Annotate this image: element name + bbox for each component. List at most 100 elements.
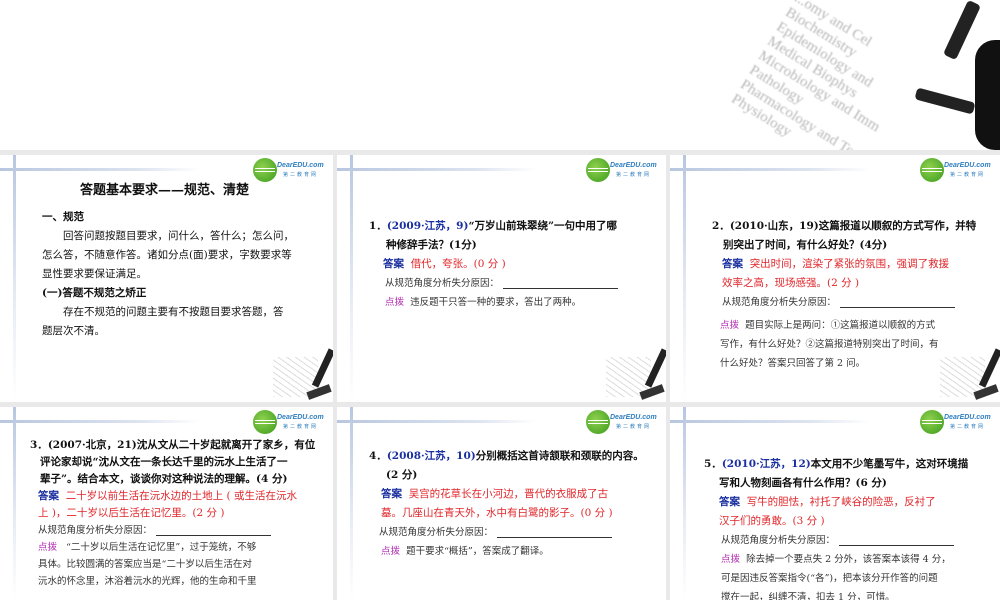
decoration: 3．(2007·北京，21)沈从文从二十岁起就离开了家乡，有位 评论家却说“沈从…	[30, 437, 330, 590]
decoration	[922, 420, 942, 424]
microscope-icon	[273, 342, 333, 402]
answer-blank	[503, 279, 619, 289]
decoration	[350, 155, 353, 402]
decoration	[13, 407, 16, 600]
slide-text: 第二教育网	[616, 172, 652, 178]
microscope-icon	[940, 342, 1000, 402]
decoration	[337, 168, 537, 171]
slide-text: 点拨	[720, 320, 740, 331]
decoration	[683, 155, 686, 402]
slide-text: 写牛的胆怯，衬托了峡谷的险恶，反衬了	[746, 496, 936, 508]
slide-text: 从规范角度分析失分原因：	[721, 535, 836, 546]
decoration	[350, 407, 353, 600]
decoration: 答案 吴宫的花草长在小河边，晋代的衣服成了古	[369, 485, 664, 504]
slide-thumbnail-1[interactable]: DearEDU.com 第二教育网 答题基本要求——规范、清楚 一、规范 回答问题…	[0, 155, 333, 402]
slide-text: 评论家却说“沈从文在一条长达千里的沅水上生活了一	[40, 456, 288, 468]
decoration	[922, 168, 942, 172]
slide-text: 汉子们的勇敢。(3 分 )	[719, 515, 825, 527]
slide-text: 第二教育网	[283, 424, 319, 430]
slide-text: 分别概括这首诗颔联和颈联的内容。	[475, 450, 644, 462]
slide-text: 点拨	[721, 554, 741, 565]
slide-text: 答案	[38, 490, 59, 502]
decoration: 从规范角度分析失分原因：	[712, 293, 997, 312]
slide-text: 一、规范	[42, 211, 84, 223]
decoration: 从规范角度分析失分原因：	[704, 531, 999, 550]
slide-text: DearEDU.com	[277, 162, 324, 169]
slide-text: 这篇报道以顺叙的方式写作，并特	[818, 220, 977, 232]
slide-text: 2．	[712, 220, 730, 232]
decoration: 点拨 “二十岁以后生活在记忆里”，过于笼统，不够	[30, 539, 330, 556]
decoration: 答案 写牛的胆怯，衬托了峡谷的险恶，反衬了	[704, 493, 999, 512]
slide-text: 沅水的怀念里，沐浴着沅水的光辉，他的生命和千里	[38, 576, 257, 587]
slide-text: DearEDU.com	[610, 162, 657, 169]
slide-text: 从规范角度分析失分原因：	[385, 278, 500, 289]
dearedu-logo: DearEDU.com 第二教育网	[253, 410, 324, 434]
decoration	[670, 168, 870, 171]
dearedu-logo: DearEDU.com 第二教育网	[920, 158, 991, 182]
decoration: 1．(2009·江苏，9)“万岁山前珠翠绕”一句中用了哪	[369, 217, 659, 236]
slide-text: “万岁山前珠翠绕”一句中用了哪	[468, 220, 618, 232]
slide-thumbnail-5[interactable]: DearEDU.com 第二教育网 4．(2008·江苏，10)分别概括这首诗颔联…	[337, 407, 666, 600]
dearedu-logo: DearEDU.com 第二教育网	[586, 158, 657, 182]
decoration	[975, 40, 1000, 150]
slide-text: 本文用不少笔墨写牛，这对环境描	[810, 458, 969, 470]
slide-thumbnail-4[interactable]: DearEDU.com 第二教育网 3．(2007·北京，21)沈从文从二十岁起就…	[0, 407, 333, 600]
decoration: 2．(2010·山东，19)这篇报道以顺叙的方式写作，并特	[712, 217, 997, 236]
slide-text: 吴宫的花草长在小河边，晋代的衣服成了古	[408, 488, 609, 500]
microscope-icon	[606, 342, 666, 402]
slide-text: (2 分)	[386, 469, 418, 481]
slide-text: 第二教育网	[283, 172, 319, 178]
slide-text: 答案	[383, 258, 404, 270]
slide-text: 第二教育网	[616, 424, 652, 430]
microscope-icon	[942, 0, 982, 61]
slide-text: 答案	[381, 488, 402, 500]
banner-words: ...omy and Cel Biochemistry Epidemiology a…	[728, 0, 919, 150]
decoration: 点拨 除去掉一个要点失 2 分外，该答案本该得 4 分，	[704, 550, 999, 569]
slide-text: 从规范角度分析失分原因：	[38, 525, 153, 536]
dearedu-logo: DearEDU.com 第二教育网	[253, 158, 324, 182]
slide-thumbnail-2[interactable]: DearEDU.com 第二教育网 1．(2009·江苏，9)“万岁山前珠翠绕”一…	[337, 155, 666, 402]
slide-text: 第二教育网	[950, 424, 986, 430]
top-banner-image: ...omy and Cel Biochemistry Epidemiology a…	[0, 0, 1000, 150]
slide-text: (2009·江苏，9)	[386, 220, 469, 232]
decoration: 1．(2009·江苏，9)“万岁山前珠翠绕”一句中用了哪 种修辞手法？(1分) …	[369, 217, 659, 312]
slide-text: 怎么答，不随意作答。诸如分点(面)要求，字数要求等	[42, 249, 292, 261]
decoration: 从规范角度分析失分原因：	[30, 522, 330, 539]
slide-thumbnail-3[interactable]: DearEDU.com 第二教育网 2．(2010·山东，19)这篇报道以顺叙的方…	[670, 155, 1000, 402]
decoration: 5．(2010·江苏，12)本文用不少笔墨写牛，这对环境描 写和人物刻画各有什么…	[704, 455, 999, 600]
slide-text: (2010·江苏，12)	[721, 458, 811, 470]
slide-text: 答案	[719, 496, 740, 508]
decoration	[0, 420, 200, 423]
decoration: 4．(2008·江苏，10)分别概括这首诗颔联和颈联的内容。 (2 分) 答案 …	[369, 447, 664, 561]
decoration: 点拨 题目实际上是两问：①这篇报道以顺叙的方式	[712, 316, 997, 335]
decoration: 从规范角度分析失分原因：	[369, 523, 664, 542]
decoration	[0, 168, 200, 171]
slide-text: 答案	[722, 258, 743, 270]
slide-text: 二十岁以前生活在沅水边的土地上 ( 或生活在沅水	[65, 490, 297, 502]
slide-text: 墓。几座山在青天外，水中有白鹭的影子。(0 分 )	[381, 507, 613, 519]
slide-text: 种修辞手法？(1分)	[386, 239, 477, 251]
slide-text: “二十岁以后生活在记忆里”，过于笼统，不够	[66, 542, 257, 553]
slide-text: 从规范角度分析失分原因：	[722, 297, 837, 308]
slide-thumbnail-6[interactable]: DearEDU.com 第二教育网 5．(2010·江苏，12)本文用不少笔墨写牛…	[670, 407, 1000, 600]
slide-text: 第二教育网	[950, 172, 986, 178]
slide-text: DearEDU.com	[944, 162, 991, 169]
slide-text: 5．	[704, 458, 722, 470]
slide-text: 回答问题按题目要求，问什么，答什么；怎么问，	[63, 230, 294, 242]
slide-text: 别突出了时间，有什么好处？(4分)	[723, 239, 888, 251]
slide-text: 点拨	[381, 546, 401, 557]
decoration: 答案 二十岁以前生活在沅水边的土地上 ( 或生活在沅水	[30, 488, 330, 505]
slide-text: 题层次不清。	[42, 325, 105, 337]
decoration: 一、规范 回答问题按题目要求，问什么，答什么；怎么问， 怎么答，不随意作答。诸如…	[42, 208, 302, 341]
dearedu-logo: DearEDU.com 第二教育网	[920, 410, 991, 434]
slide-text: 效率之高，现场感强。(2 分 )	[722, 277, 860, 289]
slide-text: (一)答题不规范之矫正	[42, 287, 147, 299]
decoration: 答案 借代，夸张。(0 分 )	[369, 255, 659, 274]
decoration: 点拨 题干要求“概括”，答案成了翻译。	[369, 542, 664, 561]
decoration	[683, 407, 686, 600]
decoration: 5．(2010·江苏，12)本文用不少笔墨写牛，这对环境描	[704, 455, 999, 474]
decoration	[13, 155, 16, 402]
slide-text: 除去掉一个要点失 2 分外，该答案本该得 4 分，	[746, 554, 951, 565]
slide-text: 存在不规范的问题主要有不按题目要求答题，答	[63, 306, 284, 318]
slide-text: 写和人物刻画各有什么作用？(6 分)	[719, 477, 887, 489]
